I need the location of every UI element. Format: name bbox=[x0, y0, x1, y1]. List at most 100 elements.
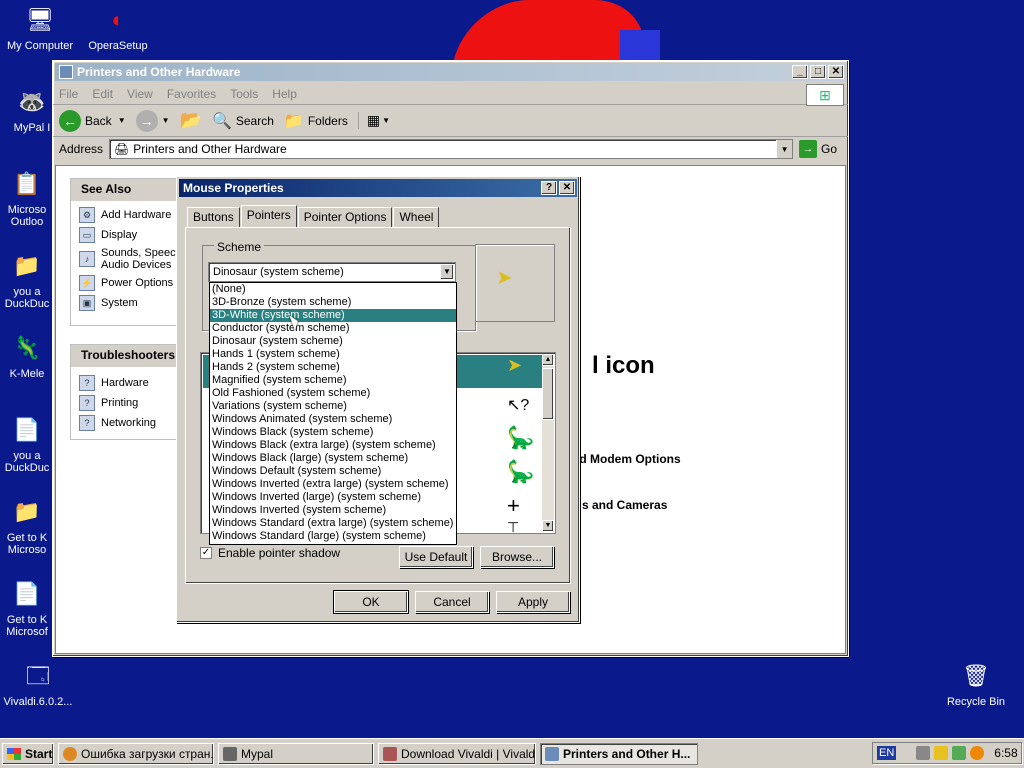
scheme-option[interactable]: 3D-White (system scheme) bbox=[210, 309, 456, 322]
desktop-icon-outlook[interactable]: 📋 Microso Outloo bbox=[2, 168, 52, 229]
explorer-titlebar[interactable]: Printers and Other Hardware _ □ ✕ bbox=[55, 63, 846, 81]
start-button[interactable]: Start bbox=[2, 742, 54, 765]
menu-help[interactable]: Help bbox=[272, 87, 297, 101]
menu-tools[interactable]: Tools bbox=[230, 87, 258, 101]
scheme-option[interactable]: Windows Standard (large) (system scheme) bbox=[210, 530, 456, 543]
network-icon[interactable] bbox=[952, 746, 967, 760]
enable-shadow-checkbox[interactable]: ✓ Enable pointer shadow bbox=[200, 546, 340, 560]
scheme-option[interactable]: Windows Standard (extra large) (system s… bbox=[210, 517, 456, 530]
desktop-icon-kmeleon[interactable]: 🦎 K-Mele bbox=[2, 332, 52, 381]
desktop-icon-my-computer[interactable]: 🖥 My Computer bbox=[2, 4, 78, 53]
troubleshooters-title: Troubleshooters bbox=[71, 345, 185, 367]
see-also-add-hardware[interactable]: ⚙ Add Hardware bbox=[71, 205, 185, 225]
scheme-option[interactable]: (None) bbox=[210, 283, 456, 296]
help-button[interactable]: ? bbox=[541, 181, 557, 195]
scheme-option[interactable]: Windows Default (system scheme) bbox=[210, 465, 456, 478]
chevron-down-icon[interactable]: ▼ bbox=[382, 116, 390, 125]
dialog-close-button[interactable]: ✕ bbox=[559, 181, 575, 195]
keyboard-icon[interactable] bbox=[916, 746, 931, 760]
go-button[interactable]: → Go bbox=[799, 140, 837, 158]
troubleshooter-printing[interactable]: ? Printing bbox=[71, 393, 185, 413]
troubleshooters-panel: Troubleshooters ? Hardware ? Printing ? Net… bbox=[70, 344, 186, 440]
back-button[interactable]: ← Back ▼ bbox=[59, 109, 126, 132]
scheme-option[interactable]: Windows Inverted (system scheme) bbox=[210, 504, 456, 517]
cancel-button[interactable]: Cancel bbox=[415, 591, 489, 613]
scheme-option[interactable]: Windows Inverted (large) (system scheme) bbox=[210, 491, 456, 504]
desktop-icon-get-to-know-1[interactable]: 📁 Get to K Microso bbox=[2, 496, 52, 557]
troubleshooter-hardware[interactable]: ? Hardware bbox=[71, 373, 185, 393]
desktop-icon-opera-setup[interactable]: ◐ OperaSetup bbox=[80, 4, 156, 53]
menu-edit[interactable]: Edit bbox=[92, 87, 113, 101]
task-download-vivaldi[interactable]: Download Vivaldi | Vivaldi... bbox=[378, 742, 536, 765]
tab-pointer-options[interactable]: Pointer Options bbox=[297, 207, 393, 227]
views-button[interactable]: ▦ ▼ bbox=[357, 112, 390, 129]
scheme-option[interactable]: Hands 2 (system scheme) bbox=[210, 361, 456, 374]
see-also-power[interactable]: ⚡ Power Options bbox=[71, 273, 185, 293]
dialog-titlebar[interactable]: Mouse Properties ? ✕ bbox=[179, 179, 577, 197]
scheme-option[interactable]: Windows Black (extra large) (system sche… bbox=[210, 439, 456, 452]
scheme-option[interactable]: Windows Black (large) (system scheme) bbox=[210, 452, 456, 465]
security-shield-icon[interactable] bbox=[934, 746, 949, 760]
troubleshooter-networking[interactable]: ? Networking bbox=[71, 413, 185, 433]
scroll-up-arrow-icon[interactable]: ▲ bbox=[542, 354, 554, 366]
maximize-button[interactable]: □ bbox=[810, 65, 826, 79]
address-value: Printers and Other Hardware bbox=[133, 142, 287, 156]
close-button[interactable]: ✕ bbox=[828, 65, 844, 79]
menu-file[interactable]: File bbox=[59, 87, 78, 101]
scroll-down-arrow-icon[interactable]: ▼ bbox=[542, 520, 554, 532]
scheme-option[interactable]: Dinosaur (system scheme) bbox=[210, 335, 456, 348]
up-folder-button[interactable]: 📂 bbox=[180, 110, 202, 131]
search-icon: 🔍 bbox=[211, 112, 232, 130]
search-button[interactable]: 🔍 Search bbox=[212, 111, 274, 131]
scheme-option[interactable]: Old Fashioned (system scheme) bbox=[210, 387, 456, 400]
scheme-option[interactable]: Hands 1 (system scheme) bbox=[210, 348, 456, 361]
see-also-display[interactable]: ▭ Display bbox=[71, 225, 185, 245]
folders-button[interactable]: 📁 Folders bbox=[284, 111, 348, 131]
browse-button[interactable]: Browse... bbox=[480, 546, 554, 568]
see-also-system[interactable]: ▣ System bbox=[71, 293, 185, 313]
see-also-sounds[interactable]: ♪ Sounds, Speec Audio Devices bbox=[71, 245, 185, 273]
desktop-icon-get-to-know-2[interactable]: 📄 Get to K Microsof bbox=[2, 578, 52, 639]
task-printers[interactable]: Printers and Other H... bbox=[540, 742, 698, 765]
scheme-option[interactable]: Conductor (system scheme) bbox=[210, 322, 456, 335]
scheme-option[interactable]: 3D-Bronze (system scheme) bbox=[210, 296, 456, 309]
forward-button[interactable]: → ▼ bbox=[135, 109, 170, 132]
tab-pointers[interactable]: Pointers bbox=[240, 205, 297, 227]
address-field[interactable]: 🖨 Printers and Other Hardware ▼ bbox=[109, 139, 794, 159]
language-indicator[interactable]: EN bbox=[877, 746, 897, 760]
task-error-page[interactable]: Ошибка загрузки стран... bbox=[58, 742, 214, 765]
mypal-icon: 🦝 bbox=[18, 89, 46, 114]
scheme-option[interactable]: Magnified (system scheme) bbox=[210, 374, 456, 387]
minimize-button[interactable]: _ bbox=[792, 65, 808, 79]
phone-modem-link[interactable]: nd Modem Options bbox=[572, 452, 681, 466]
menu-view[interactable]: View bbox=[127, 87, 153, 101]
desktop-icon-duckduckgo-2[interactable]: 📄 you a DuckDuc bbox=[2, 414, 52, 475]
tab-buttons[interactable]: Buttons bbox=[187, 207, 240, 227]
scheme-option[interactable]: Windows Animated (system scheme) bbox=[210, 413, 456, 426]
scheme-option[interactable]: Windows Inverted (extra large) (system s… bbox=[210, 478, 456, 491]
ok-button[interactable]: OK bbox=[333, 590, 409, 614]
search-icon[interactable] bbox=[970, 746, 985, 760]
scheme-dropdown-list[interactable]: (None) 3D-Bronze (system scheme) 3D-White … bbox=[209, 282, 457, 545]
chevron-down-icon[interactable]: ▼ bbox=[440, 264, 454, 280]
menu-favorites[interactable]: Favorites bbox=[167, 87, 216, 101]
clock[interactable]: 6:58 bbox=[994, 746, 1017, 760]
desktop-icon-duckduckgo-1[interactable]: 📁 you a DuckDuc bbox=[2, 250, 52, 311]
desktop-icon-vivaldi[interactable]: 🗔 Vivaldi.6.0.2... bbox=[0, 660, 76, 709]
tab-wheel[interactable]: Wheel bbox=[393, 207, 440, 227]
scheme-option[interactable]: Windows Black (system scheme) bbox=[210, 426, 456, 439]
address-dropdown-button[interactable]: ▼ bbox=[776, 140, 793, 158]
scheme-option[interactable]: Variations (system scheme) bbox=[210, 400, 456, 413]
cursor-list-scrollbar[interactable]: ▲ ▼ bbox=[542, 354, 554, 532]
task-mypal[interactable]: Mypal bbox=[218, 742, 374, 765]
scanners-cameras-link[interactable]: s and Cameras bbox=[582, 498, 667, 512]
up-folder-icon: 📂 bbox=[179, 110, 202, 130]
apply-button[interactable]: Apply bbox=[496, 591, 570, 613]
scheme-combobox[interactable]: Dinosaur (system scheme) ▼ bbox=[208, 262, 456, 282]
chevron-down-icon[interactable]: ▼ bbox=[162, 116, 170, 125]
scroll-thumb[interactable] bbox=[542, 368, 554, 420]
mypal-icon bbox=[223, 746, 237, 761]
chevron-down-icon[interactable]: ▼ bbox=[118, 116, 126, 125]
desktop-icon-recycle-bin[interactable]: 🗑 Recycle Bin bbox=[938, 660, 1014, 709]
use-default-button[interactable]: Use Default bbox=[399, 546, 473, 568]
